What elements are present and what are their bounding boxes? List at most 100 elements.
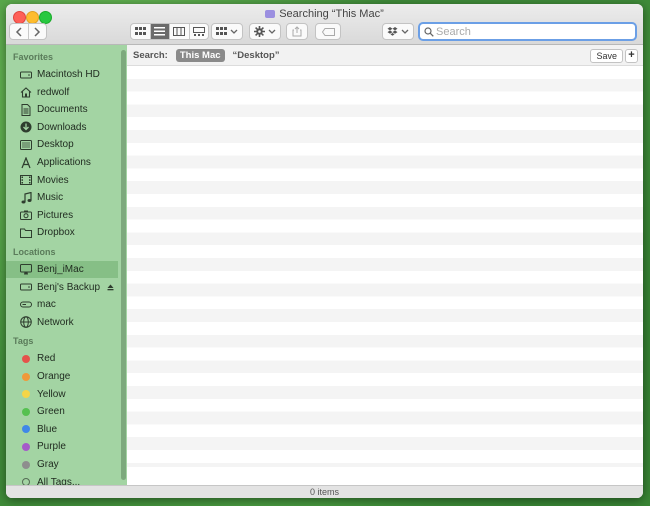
sidebar-item-orange[interactable]: Orange — [6, 368, 118, 385]
column-view-icon — [173, 27, 186, 36]
finder-window: Searching “This Mac” Search Favorites Ma… — [6, 4, 643, 498]
sidebar-item-green[interactable]: Green — [6, 403, 118, 420]
sidebar-item-label: Yellow — [37, 388, 66, 400]
window-title-text: Searching “This Mac” — [279, 8, 384, 20]
icon-view-icon — [134, 27, 146, 35]
sidebar-item-network[interactable]: Network — [6, 314, 118, 331]
folder-icon — [19, 228, 33, 238]
sidebar-item-label: Pictures — [37, 209, 74, 221]
sidebar-item-label: Applications — [37, 157, 91, 168]
tag-color-dot-icon — [19, 407, 33, 416]
tag-color-dot-icon — [19, 442, 33, 451]
sidebar-item-downloads[interactable]: Downloads — [6, 119, 118, 136]
applications-icon — [19, 156, 33, 169]
eject-icon[interactable] — [107, 284, 114, 291]
scope-this-mac[interactable]: This Mac — [175, 48, 225, 62]
dropbox-button[interactable] — [382, 23, 414, 40]
sidebar-item-applications[interactable]: Applications — [6, 154, 118, 171]
smart-folder-icon — [265, 10, 276, 18]
sidebar-item-desktop[interactable]: Desktop — [6, 136, 118, 153]
sidebar-item-red[interactable]: Red — [6, 350, 118, 367]
back-button[interactable] — [10, 24, 29, 39]
toolbar: Searching “This Mac” — [6, 4, 643, 45]
sidebar-item-macintosh-hd[interactable]: Macintosh HD — [6, 66, 118, 83]
tag-color-dot-icon — [19, 354, 33, 363]
gear-icon — [254, 26, 265, 37]
search-input[interactable] — [434, 25, 628, 38]
tag-color-dot-icon — [19, 460, 33, 469]
sidebar-heading-locations: Locations — [13, 247, 56, 257]
sidebar-item-blue[interactable]: Blue — [6, 421, 118, 438]
share-button[interactable] — [286, 23, 308, 40]
home-icon — [19, 86, 33, 98]
search-scope-bar: Search: This Mac “Desktop” Save + — [127, 45, 643, 66]
sidebar-item-label: Purple — [37, 441, 66, 453]
list-view-button[interactable] — [150, 24, 170, 39]
desktop-icon — [19, 139, 33, 150]
chevron-down-icon — [230, 29, 238, 34]
drive-icon — [19, 282, 33, 292]
globe-icon — [19, 316, 33, 329]
film-icon — [19, 175, 33, 186]
icon-view-button[interactable] — [131, 24, 151, 39]
forward-button[interactable] — [29, 24, 47, 39]
sidebar-item-label: redwolf — [37, 86, 70, 98]
edit-tags-button[interactable] — [315, 23, 341, 40]
sidebar-item-benj-s-backup[interactable]: Benj's Backup — [6, 279, 118, 296]
tag-color-dot-icon — [19, 390, 33, 399]
item-count: 0 items — [309, 487, 339, 497]
results-list[interactable] — [127, 66, 643, 467]
imac-icon — [19, 264, 33, 275]
download-icon — [19, 121, 33, 133]
sidebar-item-label: All Tags... — [37, 476, 81, 485]
sidebar-scrollbar[interactable] — [121, 50, 126, 480]
action-button[interactable] — [249, 23, 281, 40]
sidebar-item-purple[interactable]: Purple — [6, 438, 118, 455]
sidebar-item-documents[interactable]: Documents — [6, 101, 118, 118]
sidebar-item-label: mac — [37, 299, 56, 311]
status-bar: 0 items — [6, 485, 643, 498]
scope-label: Search: — [133, 49, 168, 61]
view-mode-control — [130, 23, 209, 40]
sidebar-item-mac[interactable]: mac — [6, 296, 118, 313]
sidebar-item-label: Movies — [37, 174, 69, 186]
search-results-pane: Search: This Mac “Desktop” Save + — [127, 45, 643, 485]
sidebar-item-label: Benj_iMac — [37, 264, 84, 275]
add-criteria-button[interactable]: + — [625, 49, 638, 63]
gallery-view-button[interactable] — [190, 24, 209, 39]
scope-desktop[interactable]: “Desktop” — [233, 50, 280, 61]
sidebar-item-label: Orange — [37, 371, 71, 382]
tag-color-dot-icon — [19, 372, 33, 381]
sidebar-item-redwolf[interactable]: redwolf — [6, 84, 118, 101]
sidebar-item-pictures[interactable]: Pictures — [6, 207, 118, 224]
tag-color-dot-icon — [19, 425, 33, 434]
sidebar-item-dropbox[interactable]: Dropbox — [6, 224, 118, 241]
sidebar-item-label: Red — [37, 353, 56, 365]
sidebar-item-all-tags[interactable]: All Tags... — [6, 474, 118, 485]
group-by-button[interactable] — [211, 23, 243, 40]
chevron-down-icon — [268, 29, 276, 34]
column-view-button[interactable] — [170, 24, 190, 39]
sidebar-item-yellow[interactable]: Yellow — [6, 386, 118, 403]
music-icon — [19, 191, 33, 204]
sidebar: Favorites Macintosh HD redwolf Documents Dow… — [6, 45, 127, 485]
sidebar-item-label: Macintosh HD — [37, 69, 100, 80]
sidebar-item-benj-imac[interactable]: Benj_iMac — [6, 261, 118, 278]
gallery-view-icon — [192, 27, 205, 36]
document-icon — [19, 103, 33, 116]
list-view-icon — [154, 27, 166, 36]
sidebar-item-label: Documents — [37, 104, 88, 116]
sidebar-item-music[interactable]: Music — [6, 189, 118, 206]
chevron-right-icon — [34, 26, 41, 37]
back-forward-control — [9, 23, 47, 40]
share-icon — [292, 26, 302, 37]
search-field[interactable] — [418, 22, 637, 41]
camera-icon — [19, 210, 33, 221]
all-tags-icon — [19, 478, 33, 485]
sidebar-item-label: Network — [37, 316, 74, 328]
sidebar-item-movies[interactable]: Movies — [6, 172, 118, 189]
sidebar-item-gray[interactable]: Gray — [6, 456, 118, 473]
window-title: Searching “This Mac” — [6, 8, 643, 20]
grid-icon — [216, 27, 227, 35]
save-search-button[interactable]: Save — [590, 49, 623, 63]
